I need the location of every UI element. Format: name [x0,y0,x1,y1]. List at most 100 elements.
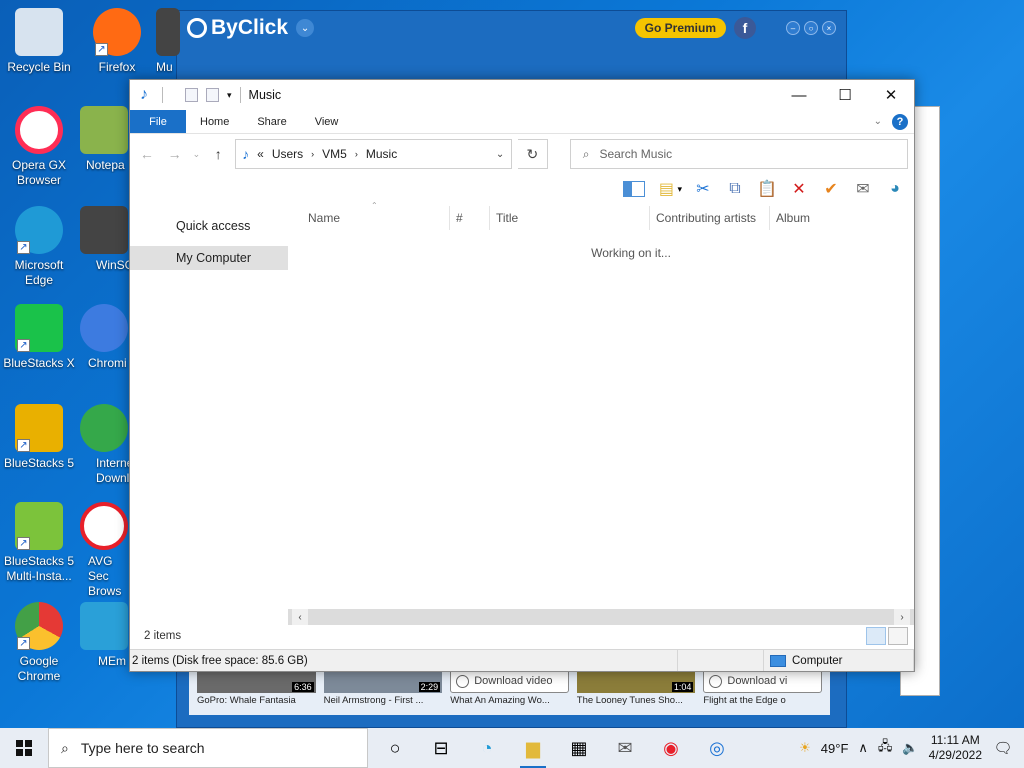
tab-home[interactable]: Home [186,110,243,133]
maximize-button[interactable]: ☐ [822,80,868,110]
network-icon[interactable]: 🖧 [878,737,893,759]
recent-locations-chevron-icon[interactable]: ⌄ [192,149,202,160]
forward-button[interactable]: → [164,146,186,162]
copy-icon[interactable]: ⧉ [724,178,746,200]
desktop-icon-bluestacks-x[interactable]: ↗ BlueStacks X [0,304,78,371]
desktop-icon-edge[interactable]: ↗ Microsoft Edge [0,206,78,288]
go-premium-button[interactable]: Go Premium [634,18,726,38]
desktop-icon-partial[interactable]: Mu [156,8,180,75]
download-video-button[interactable]: Download video [450,669,569,693]
notification-center-icon[interactable]: 🗨 [992,737,1014,759]
byclick-minimize-button[interactable]: – [786,21,800,35]
desktop-icon-memu[interactable]: MEm [78,602,130,669]
video-card[interactable]: Download vi Flight at the Edge o [703,669,822,713]
video-card[interactable]: 6:36 GoPro: Whale Fantasia [197,669,316,713]
bluestacks-x-icon: ↗ [15,304,63,352]
taskbar-search-box[interactable]: ⌕ Type here to search [48,728,368,768]
desktop-icon-opera-gx[interactable]: Opera GX Browser [0,106,78,188]
rename-check-icon[interactable]: ✔ [820,178,842,200]
video-card[interactable]: 2:29 Neil Armstrong - First ... [323,669,443,713]
breadcrumb-vm5[interactable]: VM5 [322,147,347,161]
column-header-number[interactable]: # [450,206,490,230]
clock[interactable]: 11:11 AM 4/29/2022 [929,733,982,763]
properties-icon[interactable] [185,88,198,102]
edge-taskbar-icon[interactable]: ◔ [464,728,510,768]
desktop-icon-avg-browser[interactable]: AVG Sec Brows [78,502,130,599]
start-button[interactable] [0,728,48,768]
byclick-maximize-button[interactable]: ○ [804,21,818,35]
desktop-icon-firefox[interactable]: ↗ Firefox [78,8,156,75]
status-bar: 2 items (Disk free space: 85.6 GB) Compu… [130,649,914,671]
desktop-icon-idm[interactable]: Interne Downlo [78,404,130,486]
globe-icon[interactable]: ◕ [884,178,906,200]
large-icons-view-button[interactable] [888,627,908,645]
navigation-pane: Quick access My Computer [130,204,288,625]
volume-icon[interactable]: 🔈 [902,740,918,756]
address-row: ← → ⌄ ↑ ♪ « Users › VM5 › Music ⌄ ↻ ⌕ Se… [130,134,914,174]
expand-ribbon-chevron-icon[interactable]: ⌄ [874,116,882,127]
email-icon[interactable]: ✉ [852,178,874,200]
minimize-button[interactable]: — [776,80,822,110]
desktop-icon-recycle-bin[interactable]: Recycle Bin [0,8,78,75]
customize-toolbar-chevron-icon[interactable]: ▾ [227,90,232,101]
close-button[interactable]: ✕ [868,80,914,110]
file-explorer-window[interactable]: ♪ ▾ Music — ☐ ✕ File Home Share View ⌄ ? [129,79,915,672]
breadcrumb-music[interactable]: Music [366,147,397,161]
explorer-titlebar[interactable]: ♪ ▾ Music — ☐ ✕ [130,80,914,110]
cut-icon[interactable]: ✂ [692,178,714,200]
mail-icon[interactable]: ✉ [602,728,648,768]
video-card[interactable]: Download video What An Amazing Wo... [450,669,569,713]
preview-pane-icon[interactable] [623,181,646,197]
column-header-album[interactable]: Album [770,206,910,230]
refresh-button[interactable]: ↻ [518,139,548,169]
task-view-icon[interactable]: ⊟ [418,728,464,768]
column-header-title[interactable]: Title [490,206,650,230]
byclick-menu-chevron-icon[interactable]: ⌄ [296,19,315,37]
file-explorer-taskbar-icon[interactable]: ▆ [510,728,556,768]
avg-browser-taskbar-icon[interactable]: ◉ [648,728,694,768]
desktop-icon-bluestacks-multi[interactable]: ↗ BlueStacks 5 Multi-Insta... [0,502,78,584]
nav-item-quick-access[interactable]: Quick access [130,214,288,238]
weather-temp[interactable]: 49°F [821,741,849,756]
address-bar[interactable]: ♪ « Users › VM5 › Music ⌄ [235,139,513,169]
cortana-icon[interactable]: ○ [372,728,418,768]
tab-view[interactable]: View [301,110,353,133]
dropdown-chevron-icon[interactable]: ▾ [677,184,682,195]
column-header-name[interactable]: Name [288,206,450,230]
facebook-icon[interactable]: f [734,17,756,39]
breadcrumb-overflow[interactable]: « [257,147,264,161]
desktop-icon-chromium[interactable]: Chromi [78,304,130,371]
column-header-contributing-artists[interactable]: Contributing artists [650,206,770,230]
search-input[interactable]: ⌕ Search Music [569,139,908,169]
desktop-icon-chrome[interactable]: ↗ Google Chrome [0,602,78,684]
up-button[interactable]: ↑ [207,146,229,162]
address-dropdown-chevron-icon[interactable]: ⌄ [489,149,511,160]
nav-item-my-computer[interactable]: My Computer [130,246,288,270]
delete-icon[interactable]: ✕ [788,178,810,200]
shortcut-arrow-icon: ↗ [95,43,108,56]
properties-folder-icon[interactable]: ▤ [655,178,677,200]
search-icon: ⌕ [61,739,69,756]
opera-gx-icon [15,106,63,154]
download-video-button[interactable]: Download vi [703,669,822,693]
desktop-icon-notepad[interactable]: Notepa [78,106,130,173]
desktop-icon-bluestacks-5[interactable]: ↗ BlueStacks 5 [0,404,78,471]
video-card[interactable]: 1:04 The Looney Tunes Sho... [576,669,696,713]
help-icon[interactable]: ? [892,113,908,130]
paste-icon[interactable]: 📋 [756,178,778,200]
store-icon[interactable]: ▦ [556,728,602,768]
tab-file[interactable]: File [130,110,186,133]
byclick-taskbar-icon[interactable]: ◎ [694,728,740,768]
show-hidden-icons-chevron-icon[interactable]: ∧ [858,740,868,756]
video-thumbnail: 1:04 [576,669,696,693]
new-folder-icon[interactable] [206,88,219,102]
file-list-area[interactable]: ⌃ Name # Title Contributing artists Albu… [288,201,914,625]
details-view-button[interactable] [866,627,886,645]
byclick-close-button[interactable]: × [822,21,836,35]
tab-share[interactable]: Share [243,110,300,133]
breadcrumb-users[interactable]: Users [272,147,303,161]
taskbar-apps: ○ ⊟ ◔ ▆ ▦ ✉ ◉ ◎ [372,728,740,768]
weather-icon[interactable]: ☀ [799,740,811,756]
back-button[interactable]: ← [136,146,158,162]
desktop-icon-winscp[interactable]: WinSC [78,206,130,273]
